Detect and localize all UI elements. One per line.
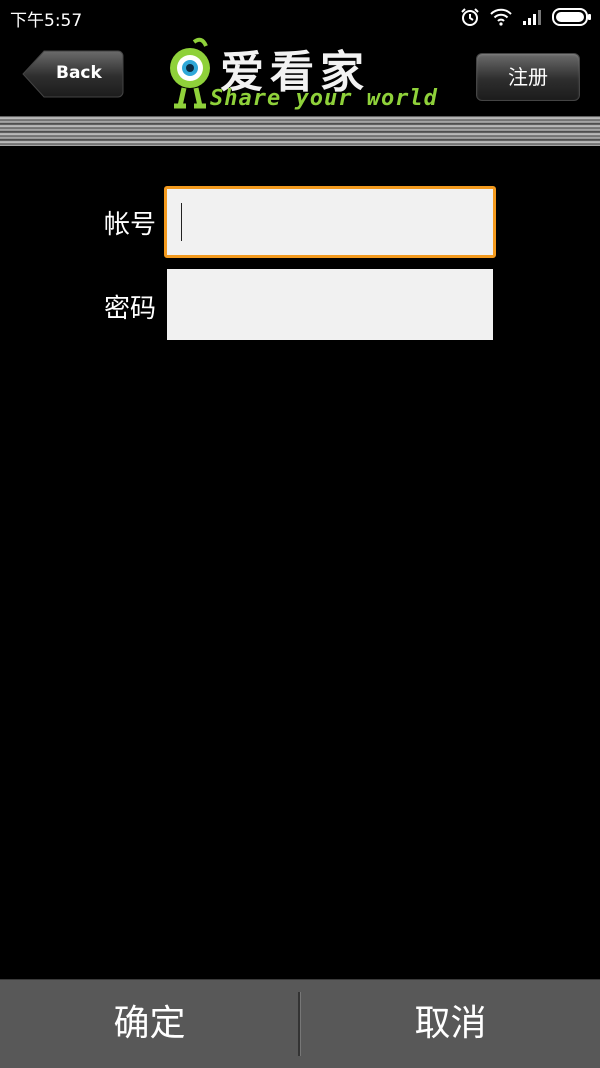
- logo-tagline: Share your world: [210, 86, 438, 111]
- password-input[interactable]: [167, 269, 493, 340]
- app-logo: 爱看家 Share your world: [160, 34, 437, 116]
- cancel-button[interactable]: 取消: [301, 980, 600, 1068]
- mascot-icon: [170, 37, 210, 109]
- text-caret: [181, 203, 182, 241]
- bottom-action-bar: 确定 取消: [0, 979, 600, 1068]
- alarm-icon: [460, 7, 480, 27]
- back-button[interactable]: Back: [22, 50, 124, 98]
- wifi-icon: [490, 8, 512, 26]
- status-bar: 下午5:57: [0, 0, 600, 34]
- signal-icon: [522, 9, 542, 25]
- status-time: 下午5:57: [10, 11, 83, 31]
- register-button[interactable]: 注册: [476, 53, 580, 101]
- header: Back 爱看家 Share your world 注册: [0, 34, 600, 116]
- status-icons: [460, 6, 592, 28]
- password-label: 密码: [104, 294, 157, 324]
- account-input[interactable]: [164, 186, 496, 258]
- battery-icon: [552, 8, 592, 26]
- account-label: 帐号: [104, 210, 157, 240]
- confirm-button[interactable]: 确定: [0, 980, 299, 1068]
- header-divider: [0, 116, 600, 146]
- back-label: Back: [56, 63, 102, 83]
